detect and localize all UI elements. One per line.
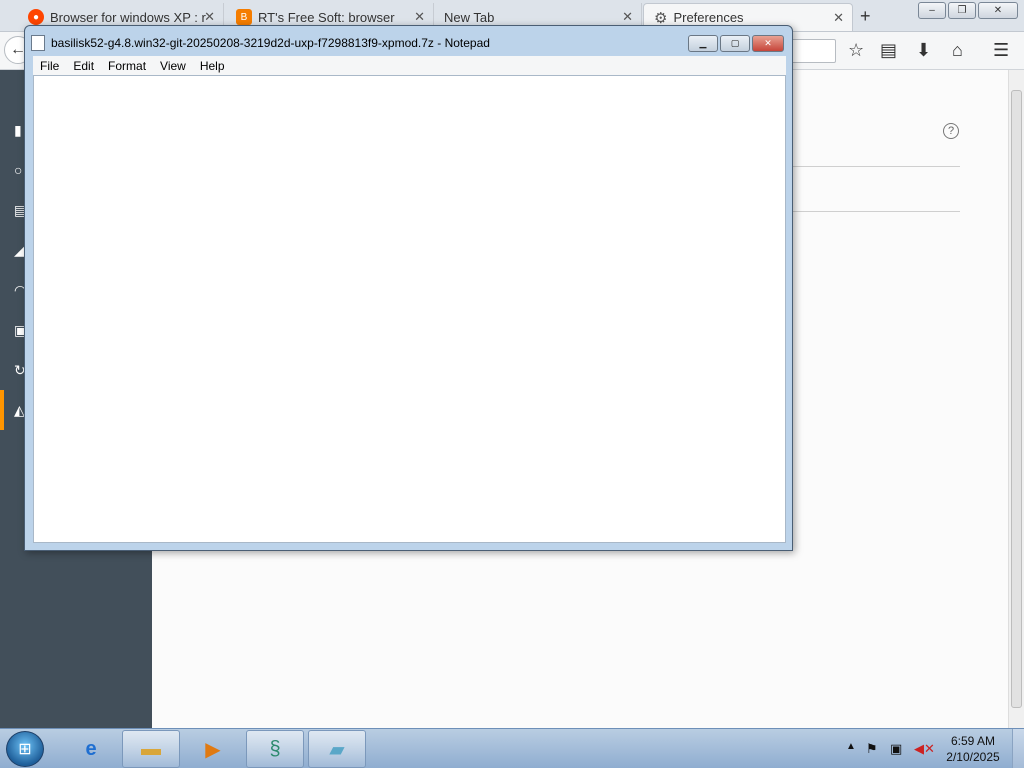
page-scrollbar[interactable] — [1008, 70, 1024, 728]
internet-explorer-icon: e — [85, 737, 97, 760]
start-button[interactable]: ⊞ — [6, 731, 44, 767]
notepad-document-icon — [31, 35, 45, 51]
notepad-window-controls: ▁ ▢ ✕ — [688, 35, 784, 52]
menu-edit[interactable]: Edit — [66, 59, 101, 73]
section-divider — [790, 166, 960, 167]
reading-list-icon[interactable]: ▤ — [880, 40, 897, 61]
tab-label: Preferences — [673, 10, 744, 25]
volume-muted-icon[interactable]: ◀✕ — [914, 741, 935, 757]
close-tab-icon[interactable]: ✕ — [204, 9, 215, 25]
tab-label: New Tab — [444, 9, 495, 25]
active-category-indicator — [0, 390, 4, 430]
notepad-taskbar-button[interactable]: ▰ — [308, 730, 366, 768]
menu-file[interactable]: File — [33, 59, 66, 73]
section-divider — [790, 211, 960, 212]
tab-label: RT's Free Soft: browser — [258, 9, 395, 25]
show-desktop-button[interactable] — [1012, 729, 1024, 768]
star-icon[interactable]: ☆ — [848, 40, 864, 61]
file-explorer-icon: ▬ — [141, 737, 161, 760]
file-explorer-button[interactable]: ▬ — [122, 730, 180, 768]
system-clock[interactable]: 6:59 AM 2/10/2025 — [938, 733, 1008, 765]
close-tab-icon[interactable]: ✕ — [833, 10, 844, 26]
taskbar: ⊞ e ▬ ▶ § ▰ ▲ ⚑ ▣ ◀✕ 6:59 AM 2/10/2025 — [0, 728, 1024, 768]
browser-window-controls: – ❐ ✕ — [918, 2, 1018, 19]
notepad-close-button[interactable]: ✕ — [752, 35, 784, 52]
media-player-button[interactable]: ▶ — [184, 730, 242, 768]
minimize-button[interactable]: – — [918, 2, 946, 19]
menu-help[interactable]: Help — [193, 59, 232, 73]
menu-view[interactable]: View — [153, 59, 193, 73]
basilisk-icon: § — [269, 737, 281, 760]
download-icon[interactable]: ⬇ — [916, 40, 931, 61]
action-center-flag-icon[interactable]: ⚑ — [866, 741, 878, 757]
close-tab-icon[interactable]: ✕ — [622, 9, 633, 25]
tab-label: Browser for windows XP : r — [50, 9, 206, 25]
restore-button[interactable]: ❐ — [948, 2, 976, 19]
notepad-maximize-button[interactable]: ▢ — [720, 35, 750, 52]
notepad-title-bar[interactable]: basilisk52-g4.8.win32-git-20250208-3219d… — [31, 32, 711, 54]
windows-logo-icon: ⊞ — [18, 741, 32, 758]
gear-icon: ⚙ — [654, 9, 668, 27]
clock-time: 6:59 AM — [950, 734, 996, 748]
notepad-icon: ▰ — [329, 738, 345, 761]
home-icon[interactable]: ⌂ — [952, 40, 963, 61]
media-player-icon: ▶ — [205, 738, 221, 761]
clock-date: 2/10/2025 — [946, 750, 1000, 764]
network-icon[interactable]: ▣ — [890, 741, 902, 757]
reddit-icon: ● — [28, 9, 44, 25]
help-icon[interactable]: ? — [943, 123, 959, 139]
close-window-button[interactable]: ✕ — [978, 2, 1018, 19]
notepad-text-area[interactable] — [33, 75, 786, 543]
scrollbar-thumb[interactable] — [1011, 90, 1022, 708]
show-hidden-icons-icon[interactable]: ▲ — [846, 741, 856, 752]
close-tab-icon[interactable]: ✕ — [414, 9, 425, 25]
menu-icon[interactable]: ☰ — [993, 40, 1009, 61]
blogger-icon: B — [236, 9, 252, 25]
notepad-window: basilisk52-g4.8.win32-git-20250208-3219d… — [24, 25, 793, 551]
basilisk-button[interactable]: § — [246, 730, 304, 768]
new-tab-button[interactable]: + — [860, 6, 871, 27]
internet-explorer-button[interactable]: e — [62, 730, 120, 768]
notepad-title: basilisk52-g4.8.win32-git-20250208-3219d… — [51, 36, 490, 50]
notepad-minimize-button[interactable]: ▁ — [688, 35, 718, 52]
notepad-menu-bar: File Edit Format View Help — [33, 56, 786, 75]
menu-format[interactable]: Format — [101, 59, 153, 73]
